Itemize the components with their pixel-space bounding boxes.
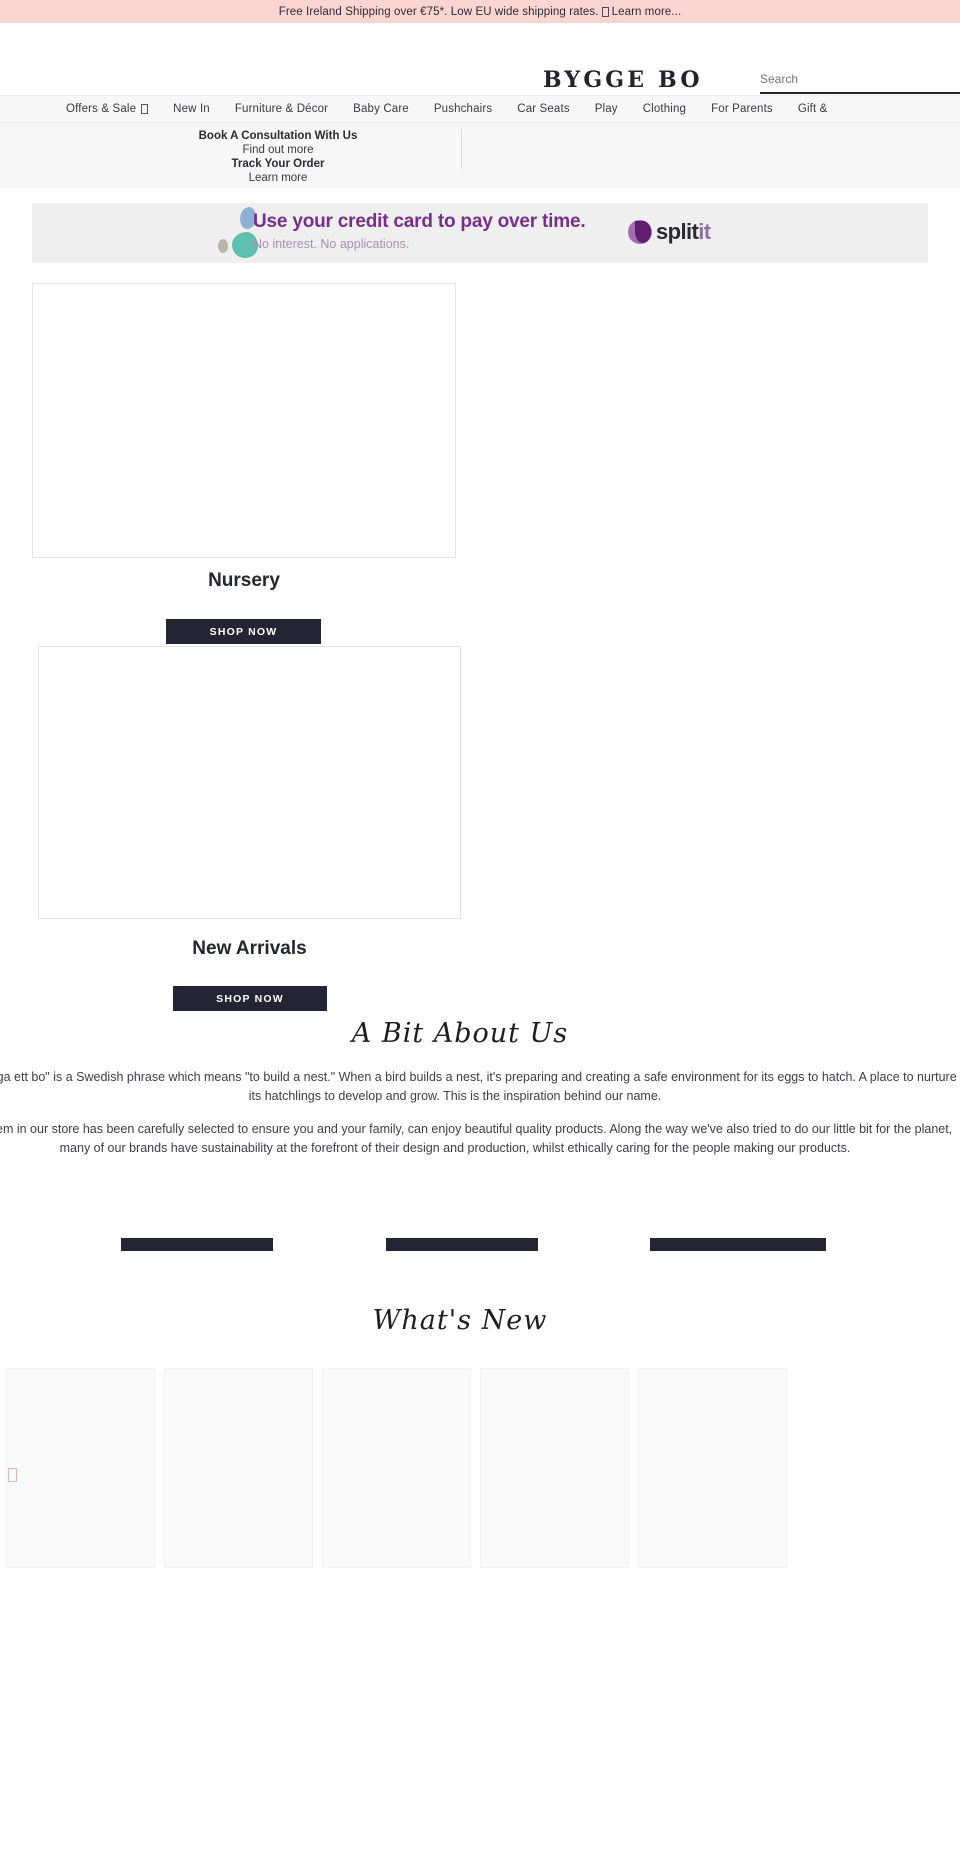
nav-item-offers-sale[interactable]: Offers & Sale bbox=[66, 103, 149, 115]
nav-item-furniture-decor[interactable]: Furniture & Décor bbox=[235, 103, 328, 115]
missing-glyph-box-icon bbox=[601, 7, 609, 17]
about-button-3[interactable] bbox=[650, 1238, 826, 1251]
about-button-row bbox=[0, 1238, 960, 1252]
nav-label: Offers & Sale bbox=[66, 103, 137, 115]
search-container bbox=[760, 70, 960, 94]
product-card[interactable] bbox=[480, 1368, 629, 1568]
consultation-title: Book A Consultation With Us bbox=[198, 130, 358, 142]
whats-new-section: What's New bbox=[0, 1305, 960, 1575]
nav-item-gift[interactable]: Gift & bbox=[798, 103, 828, 115]
about-paragraph-1: "Att bygga ett bo" is a Swedish phrase w… bbox=[0, 1070, 957, 1103]
splitit-word-split: split bbox=[656, 219, 699, 244]
nursery-tile-title: Nursery bbox=[208, 570, 280, 591]
splitit-headline: Use your credit card to pay over time. bbox=[253, 211, 586, 232]
nursery-tile-image[interactable] bbox=[32, 283, 456, 558]
about-button-1[interactable] bbox=[121, 1238, 273, 1251]
nav-item-new-in[interactable]: New In bbox=[173, 103, 210, 115]
about-heading: A Bit About Us bbox=[351, 1018, 569, 1049]
announcement-text-before: Free Ireland Shipping over €75*. Low EU … bbox=[278, 5, 599, 18]
whats-new-heading: What's New bbox=[372, 1305, 548, 1336]
nav-item-pushchairs[interactable]: Pushchairs bbox=[434, 103, 492, 115]
new-arrivals-tile-image[interactable] bbox=[38, 646, 461, 919]
product-card[interactable] bbox=[6, 1368, 155, 1568]
carousel-prev-arrow-icon[interactable] bbox=[8, 1468, 17, 1482]
splitit-banner[interactable]: Use your credit card to pay over time. N… bbox=[32, 203, 928, 263]
about-paragraph-2: Each item in our store has been carefull… bbox=[0, 1122, 953, 1155]
missing-glyph-box-icon bbox=[141, 103, 149, 114]
new-arrivals-shop-now-button[interactable]: SHOP NOW bbox=[173, 986, 327, 1011]
nav-item-play[interactable]: Play bbox=[595, 103, 618, 115]
sub-promo-strip: Book A Consultation With Us Find out mor… bbox=[0, 123, 960, 188]
consultation-link[interactable]: Find out more bbox=[68, 143, 488, 157]
search-input[interactable] bbox=[760, 72, 960, 94]
splitit-wordmark: splitit bbox=[656, 219, 711, 245]
product-card[interactable] bbox=[164, 1368, 313, 1568]
nav-item-for-parents[interactable]: For Parents bbox=[711, 103, 773, 115]
blob-grey-icon bbox=[218, 239, 228, 253]
track-order-title: Track Your Order bbox=[231, 158, 325, 170]
new-arrivals-tile-title: New Arrivals bbox=[192, 938, 307, 959]
nav-item-baby-care[interactable]: Baby Care bbox=[353, 103, 409, 115]
product-carousel bbox=[0, 1368, 960, 1568]
main-navigation: Offers & Sale New In Furniture & Décor B… bbox=[0, 95, 960, 123]
nursery-shop-now-button[interactable]: SHOP NOW bbox=[166, 619, 321, 644]
splitit-word-it: it bbox=[698, 219, 711, 244]
hero-section: Nursery SHOP NOW New Arrivals SHOP NOW bbox=[0, 283, 960, 1028]
nav-item-clothing[interactable]: Clothing bbox=[643, 103, 686, 115]
sub-promo-divider bbox=[461, 129, 462, 169]
track-order-link[interactable]: Learn more bbox=[68, 171, 488, 185]
announcement-bar[interactable]: Free Ireland Shipping over €75*. Low EU … bbox=[0, 0, 960, 23]
about-button-2[interactable] bbox=[386, 1238, 538, 1251]
sub-promo-column: Book A Consultation With Us Find out mor… bbox=[68, 129, 488, 185]
site-logo[interactable]: BYGGE BO bbox=[543, 67, 703, 93]
announcement-learn-more-link[interactable]: Learn more... bbox=[612, 6, 682, 18]
splitit-subline: No interest. No applications. bbox=[253, 237, 410, 251]
site-header: BYGGE BO bbox=[0, 23, 960, 95]
splitit-text-group: Use your credit card to pay over time. N… bbox=[253, 211, 586, 251]
product-card[interactable] bbox=[322, 1368, 471, 1568]
nav-item-car-seats[interactable]: Car Seats bbox=[517, 103, 569, 115]
splitit-band: Use your credit card to pay over time. N… bbox=[0, 188, 960, 263]
splitit-mark-icon bbox=[628, 220, 652, 244]
product-card[interactable] bbox=[638, 1368, 787, 1568]
splitit-logo: splitit bbox=[628, 219, 711, 245]
about-section: A Bit About Us "Att bygga ett bo" is a S… bbox=[0, 1018, 960, 1263]
